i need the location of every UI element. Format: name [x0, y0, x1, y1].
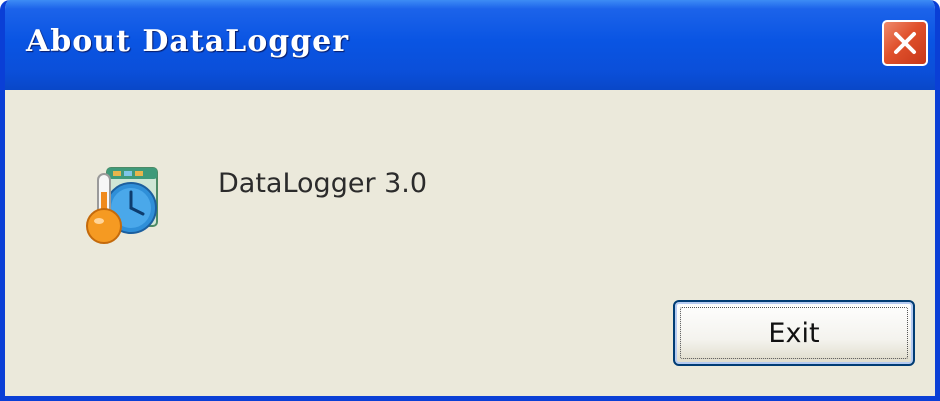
exit-button[interactable]: Exit [673, 300, 915, 366]
window-title: About DataLogger [26, 24, 350, 59]
about-dialog: About DataLogger DataLogger 3.0 Exit [0, 0, 940, 401]
exit-button-label: Exit [768, 317, 820, 349]
close-button[interactable] [882, 20, 928, 66]
dialog-content: DataLogger 3.0 Exit [5, 90, 935, 396]
app-version-label: DataLogger 3.0 [218, 168, 428, 199]
close-x-icon [894, 32, 916, 54]
datalogger-app-icon [86, 167, 158, 244]
title-bar[interactable]: About DataLogger [5, 0, 935, 90]
